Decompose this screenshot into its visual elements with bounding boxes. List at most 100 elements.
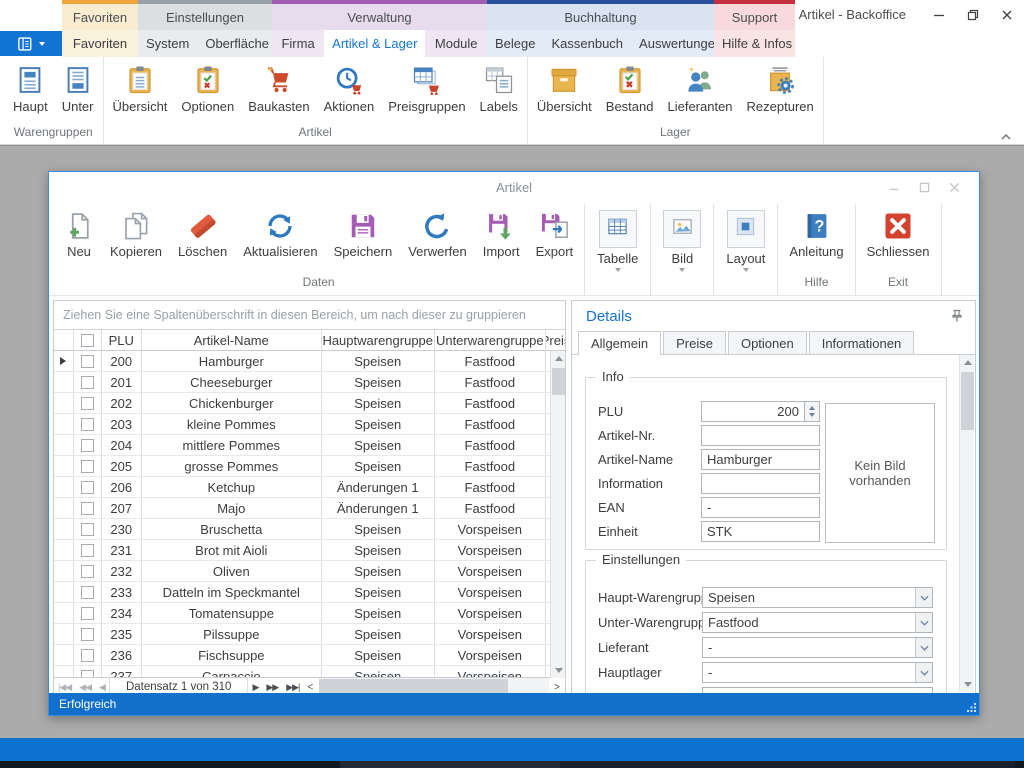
toolbar-button-schliessen[interactable]: Schliessen [859, 204, 938, 259]
pin-icon[interactable] [949, 308, 965, 324]
window-minimize-button[interactable] [922, 0, 956, 30]
artikel-name-field[interactable]: Hamburger [701, 449, 820, 470]
unter-warengruppe-dropdown[interactable]: Fastfood [702, 612, 933, 633]
grid-header-unterwarengruppe[interactable]: Unterwarengruppe [435, 330, 547, 350]
dropdown-button[interactable] [915, 588, 932, 607]
toolbar-button-tabelle[interactable]: Tabelle [588, 204, 647, 272]
row-checkbox[interactable] [74, 666, 102, 677]
checkbox-icon[interactable] [81, 544, 94, 557]
details-tab-optionen[interactable]: Optionen [728, 331, 807, 354]
toolbar-button-anleitung[interactable]: ?Anleitung [781, 204, 851, 259]
ribbon-tab-hilfe-infos[interactable]: Hilfe & Infos [714, 30, 800, 57]
toolbar-button-speichern[interactable]: Speichern [326, 204, 401, 259]
row-checkbox[interactable] [74, 540, 102, 560]
table-row[interactable]: 204mittlere PommesSpeisenFastfood [54, 435, 565, 456]
grid-scrollbar-thumb[interactable] [552, 368, 565, 395]
checkbox-icon[interactable] [81, 481, 94, 494]
table-row[interactable]: 207MajoÄnderungen 1Fastfood [54, 498, 565, 519]
checkbox-icon[interactable] [81, 649, 94, 662]
details-tab-allgemein[interactable]: Allgemein [578, 331, 661, 355]
grid-group-panel[interactable]: Ziehen Sie eine Spaltenüberschrift in di… [54, 301, 565, 330]
ribbon-button-artikel-labels[interactable]: Labels [473, 62, 525, 117]
artikel-nr-field[interactable] [701, 425, 820, 446]
details-tab-informationen[interactable]: Informationen [809, 331, 915, 354]
table-row[interactable]: 232OlivenSpeisenVorspeisen [54, 561, 565, 582]
scroll-down-arrow[interactable] [551, 663, 566, 678]
grid-header-hauptwarengruppe[interactable]: Hauptwarengruppe [322, 330, 435, 350]
table-row[interactable]: 234TomatensuppeSpeisenVorspeisen [54, 603, 565, 624]
checkbox-icon[interactable] [81, 502, 94, 515]
ribbon-button-warengruppen-haupt[interactable]: Haupt [6, 62, 55, 117]
table-row[interactable]: 237CarpaccioSpeisenVorspeisen [54, 666, 565, 677]
toolbar-button-verwerfen[interactable]: Verwerfen [400, 204, 475, 259]
row-checkbox[interactable] [74, 435, 102, 455]
row-checkbox[interactable] [74, 624, 102, 644]
row-checkbox[interactable] [74, 645, 102, 665]
table-row[interactable]: 236FischsuppeSpeisenVorspeisen [54, 645, 565, 666]
row-checkbox[interactable] [74, 561, 102, 581]
haupt-warengruppe-dropdown[interactable]: Speisen [702, 587, 933, 608]
grid-header-checkbox[interactable] [74, 330, 102, 350]
row-checkbox[interactable] [74, 519, 102, 539]
dropdown-button[interactable] [915, 613, 932, 632]
toolbar-button-aktualisieren[interactable]: Aktualisieren [235, 204, 325, 259]
row-checkbox[interactable] [74, 603, 102, 623]
plu-spinner-input[interactable]: 200 [701, 401, 805, 422]
checkbox-icon[interactable] [81, 355, 94, 368]
dialog-maximize-button[interactable] [909, 172, 939, 203]
row-checkbox[interactable] [74, 477, 102, 497]
table-row[interactable]: 230BruschettaSpeisenVorspeisen [54, 519, 565, 540]
row-checkbox[interactable] [74, 456, 102, 476]
table-row[interactable]: 235PilssuppeSpeisenVorspeisen [54, 624, 565, 645]
checkbox-icon[interactable] [81, 586, 94, 599]
window-restore-button[interactable] [956, 0, 990, 30]
ribbon-button-lager-bestand[interactable]: Bestand [599, 62, 661, 117]
einheit-field[interactable]: STK [701, 521, 820, 542]
details-vertical-scrollbar[interactable] [959, 355, 974, 692]
spinner-down-icon[interactable] [809, 413, 815, 417]
row-checkbox[interactable] [74, 414, 102, 434]
dropdown-button[interactable] [915, 663, 932, 682]
table-row[interactable]: 231Brot mit AioliSpeisenVorspeisen [54, 540, 565, 561]
toolbar-button-kopieren[interactable]: Kopieren [102, 204, 170, 259]
ribbon-button-lager-lieferanten[interactable]: Lieferanten [660, 62, 739, 117]
ribbon-button-artikel-optionen[interactable]: Optionen [174, 62, 241, 117]
window-close-button[interactable] [990, 0, 1024, 30]
checkbox-icon[interactable] [81, 565, 94, 578]
checkbox-icon[interactable] [81, 439, 94, 452]
ribbon-collapse-chevron[interactable] [1000, 128, 1016, 140]
information-field[interactable] [701, 473, 820, 494]
row-checkbox[interactable] [74, 582, 102, 602]
dropdown-button[interactable] [915, 638, 932, 657]
spinner-up-icon[interactable] [809, 406, 815, 410]
ribbon-tab-system[interactable]: System [138, 30, 197, 57]
checkbox-icon[interactable] [81, 628, 94, 641]
ean-field[interactable]: - [701, 497, 820, 518]
spinner-buttons[interactable] [805, 401, 820, 422]
table-row[interactable]: 206KetchupÄnderungen 1Fastfood [54, 477, 565, 498]
grid-header-preis[interactable]: Preis [546, 330, 565, 350]
checkbox-icon[interactable] [81, 376, 94, 389]
checkbox-icon[interactable] [81, 607, 94, 620]
scroll-up-arrow[interactable] [551, 351, 566, 366]
table-row[interactable]: 201CheeseburgerSpeisenFastfood [54, 372, 565, 393]
table-row[interactable]: 202ChickenburgerSpeisenFastfood [54, 393, 565, 414]
checkbox-icon[interactable] [81, 418, 94, 431]
details-tab-preise[interactable]: Preise [663, 331, 726, 354]
row-checkbox[interactable] [74, 498, 102, 518]
table-row[interactable]: 205grosse PommesSpeisenFastfood [54, 456, 565, 477]
table-row[interactable]: 233Datteln im SpeckmantelSpeisenVorspeis… [54, 582, 565, 603]
row-checkbox[interactable] [74, 372, 102, 392]
checkbox-icon[interactable] [81, 460, 94, 473]
scroll-down-arrow[interactable] [960, 677, 975, 692]
ribbon-tab-module[interactable]: Module [427, 30, 486, 57]
details-scrollbar-thumb[interactable] [961, 372, 974, 430]
ribbon-button-lager-uebersicht[interactable]: Übersicht [530, 62, 599, 117]
dialog-close-button[interactable] [939, 172, 969, 203]
ribbon-tab-belege[interactable]: Belege [487, 30, 543, 57]
scroll-up-arrow[interactable] [960, 355, 975, 370]
grid-vertical-scrollbar[interactable] [550, 351, 565, 678]
app-menu-button[interactable] [0, 31, 62, 56]
dialog-minimize-button[interactable] [879, 172, 909, 203]
ribbon-button-lager-rezepturen[interactable]: Rezepturen [740, 62, 821, 117]
